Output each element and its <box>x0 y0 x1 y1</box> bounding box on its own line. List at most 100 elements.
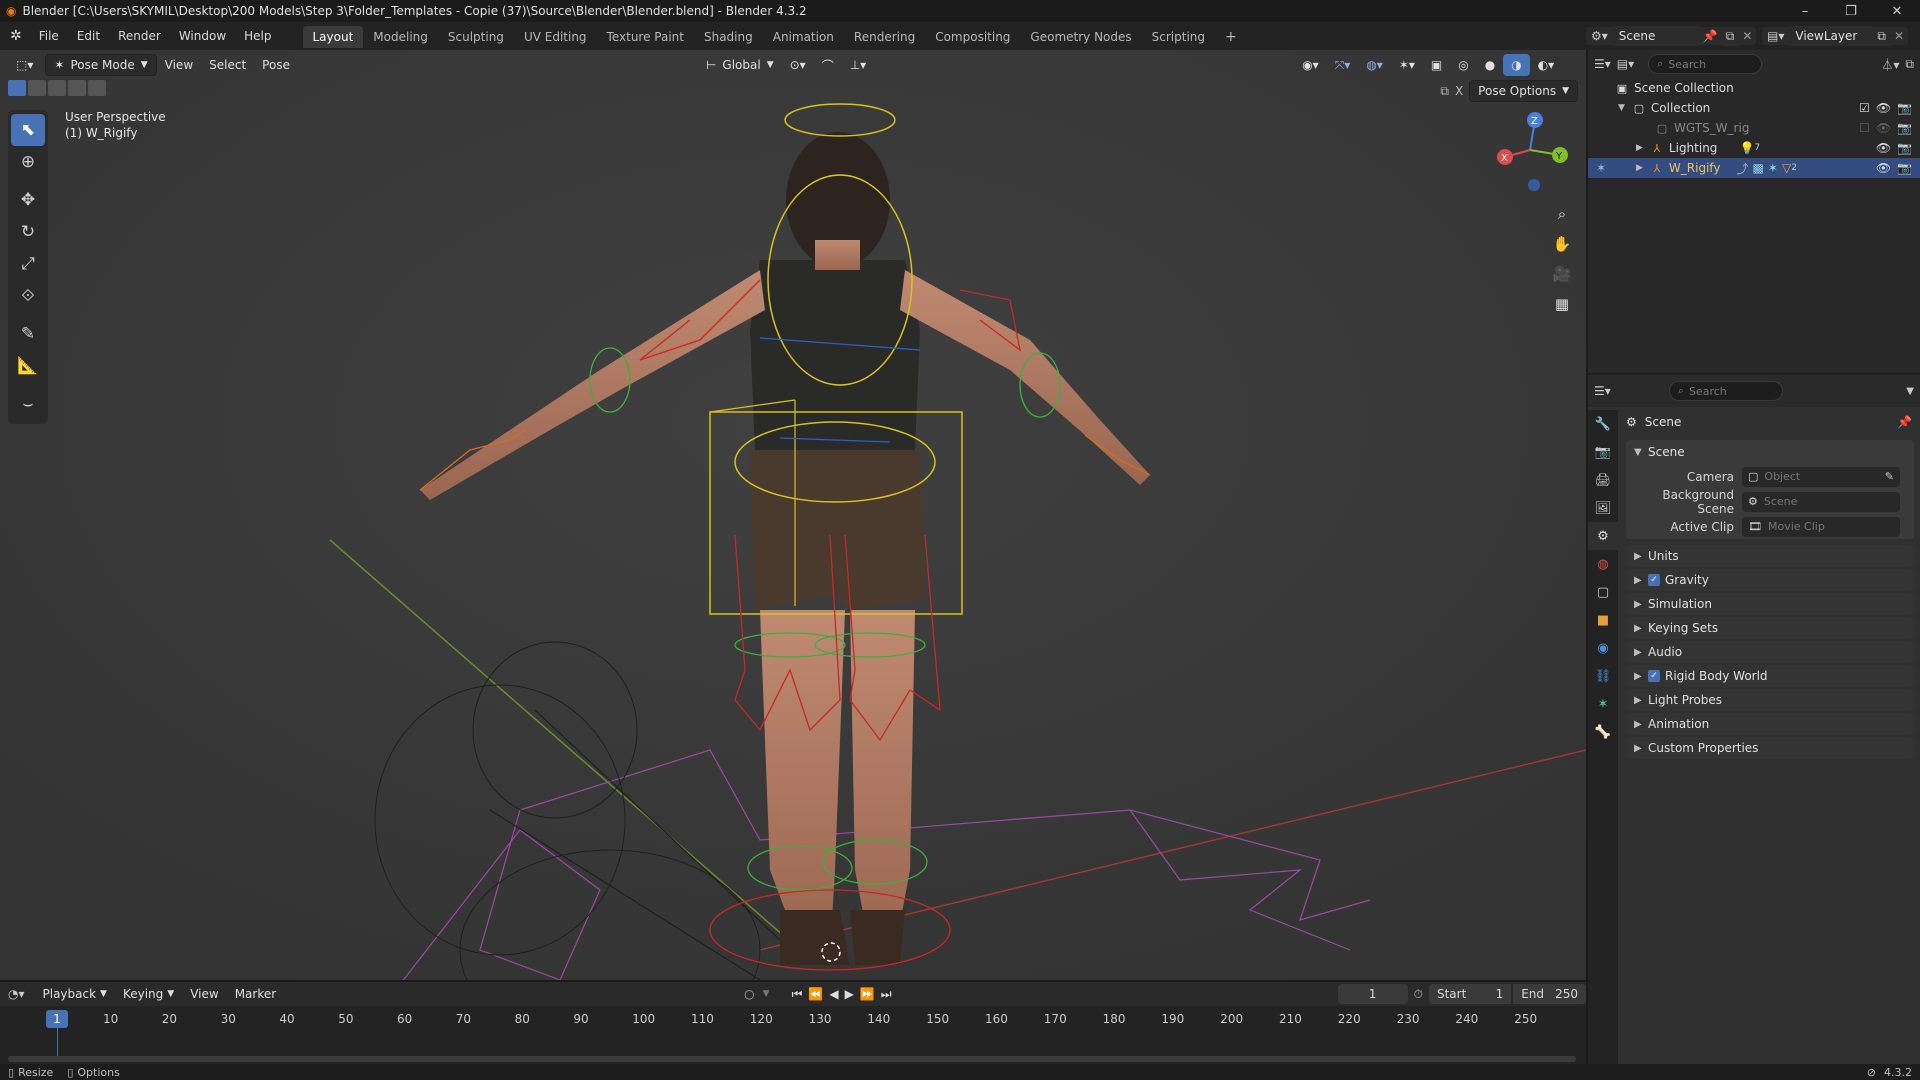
checkbox-icon[interactable]: ☑ <box>1859 101 1870 115</box>
pose-options-button[interactable]: Pose Options ▼ <box>1469 80 1578 102</box>
properties-search[interactable]: ⌕ Search <box>1668 381 1783 401</box>
outliner-row-collection[interactable]: ▼ ▢ Collection ☑ 👁 📷 <box>1588 98 1920 118</box>
delete-scene-icon[interactable]: ✕ <box>1738 27 1757 45</box>
gravity-panel[interactable]: ▶ ✓ Gravity <box>1626 569 1914 591</box>
zoom-button[interactable]: ⌕ <box>1548 200 1576 228</box>
outliner-row-scene-collection[interactable]: ▣ Scene Collection <box>1588 78 1920 98</box>
select-invert-icon[interactable] <box>68 80 86 96</box>
tab-layout[interactable]: Layout <box>302 26 364 48</box>
snap-options[interactable]: ⊥▾ <box>842 54 874 76</box>
new-collection-icon[interactable]: ⧉ <box>1905 57 1914 72</box>
scene-render[interactable] <box>0 50 1586 980</box>
camera-view-button[interactable]: 🎥 <box>1548 260 1576 288</box>
3d-viewport[interactable]: ⬚▾ ✶ Pose Mode ▼ View Select Pose ⊢ Glob… <box>0 50 1586 980</box>
rigid-body-world-panel[interactable]: ▶ ✓ Rigid Body World <box>1626 665 1914 687</box>
eye-icon[interactable]: 👁 <box>1876 141 1891 155</box>
menu-help[interactable]: Help <box>235 22 280 50</box>
delete-view-layer-icon[interactable]: ✕ <box>1889 27 1909 45</box>
scale-tool[interactable]: ⤢ <box>11 248 45 280</box>
stopwatch-icon[interactable]: ⏱ <box>1414 987 1423 1002</box>
prev-keyframe-icon[interactable]: ⏪ <box>808 987 823 1001</box>
play-icon[interactable]: ▶ <box>845 987 854 1001</box>
timeline-editor-icon[interactable]: ◔▾ <box>8 987 25 1001</box>
eyedropper-icon[interactable]: ✎ <box>1885 470 1894 483</box>
audio-panel[interactable]: ▶ Audio <box>1626 641 1914 663</box>
outliner-row-w-rigify[interactable]: ✶ ▶ ⅄ W_Rigify ⤴ ▩ ✶ ▽ 2 👁 📷 <box>1588 158 1920 178</box>
filter-icon[interactable]: ⏃▾ <box>1881 56 1899 73</box>
menu-keying[interactable]: Keying ▼ <box>115 983 182 1005</box>
shading-solid[interactable]: ● <box>1477 54 1503 76</box>
scene-name[interactable]: Scene <box>1612 26 1699 46</box>
view-layer-selector[interactable]: ▤▾ ViewLayer ⧉ ✕ <box>1762 25 1909 47</box>
tab-scripting[interactable]: Scripting <box>1142 26 1215 48</box>
chevron-down-icon[interactable]: ▼ <box>1906 386 1914 397</box>
snap-toggle[interactable]: ⌒ <box>814 54 842 76</box>
chevron-down-icon[interactable]: ▼ <box>763 989 770 999</box>
rigid-body-world-checkbox[interactable]: ✓ <box>1648 670 1660 682</box>
outliner-row-lighting[interactable]: ▶ ⅄ Lighting 💡 7 👁 📷 <box>1588 138 1920 158</box>
auto-key-button[interactable]: ○ <box>744 987 754 1001</box>
timeline-ruler[interactable]: 1 10 20 30 40 50 60 70 80 90 100 110 120 130 140 150 16… <box>0 1006 1586 1066</box>
outliner-search[interactable]: ⌕ Search <box>1648 54 1763 74</box>
ortho-toggle-button[interactable]: ▦ <box>1548 290 1576 318</box>
light-probes-panel[interactable]: ▶ Light Probes <box>1626 689 1914 711</box>
pin-icon[interactable]: 📌 <box>1897 415 1912 429</box>
eye-icon[interactable]: 👁 <box>1876 121 1891 135</box>
simulation-panel[interactable]: ▶ Simulation <box>1626 593 1914 615</box>
camera-icon[interactable]: 📷 <box>1897 141 1912 155</box>
next-keyframe-icon[interactable]: ⏩ <box>860 987 875 1001</box>
tab-uv-editing[interactable]: UV Editing <box>514 26 597 48</box>
select-subtract-icon[interactable] <box>48 80 66 96</box>
move-tool[interactable]: ✥ <box>11 184 45 216</box>
transform-orientation-selector[interactable]: ⊢ Global ▼ <box>698 54 782 76</box>
outliner-editor-icon[interactable]: ☰▾ <box>1594 57 1611 71</box>
tab-texture-paint[interactable]: Texture Paint <box>597 26 694 48</box>
bone-overlay-toggle[interactable]: ✶▾ <box>1391 54 1423 76</box>
scene-panel-header[interactable]: ▼ Scene <box>1626 440 1914 464</box>
timeline-scrollbar[interactable] <box>8 1056 1576 1062</box>
animation-panel[interactable]: ▶ Animation <box>1626 713 1914 735</box>
keying-sets-panel[interactable]: ▶ Keying Sets <box>1626 617 1914 639</box>
menu-select[interactable]: Select <box>201 54 254 76</box>
pan-button[interactable]: ✋ <box>1548 230 1576 258</box>
gizmo-neg-z[interactable] <box>1528 179 1540 191</box>
eye-icon[interactable]: 👁 <box>1876 161 1891 175</box>
start-frame-field[interactable]: Start 1 <box>1428 984 1512 1004</box>
camera-icon[interactable]: 📷 <box>1897 121 1912 135</box>
cursor-tool[interactable]: ⊕ <box>11 146 45 178</box>
scene-selector[interactable]: ⚙▾ Scene 📌 ⧉ ✕ <box>1586 25 1757 47</box>
menu-render[interactable]: Render <box>109 22 170 50</box>
current-frame-field[interactable]: 1 <box>1337 984 1408 1004</box>
background-scene-field[interactable]: ⚙ Scene <box>1742 491 1900 512</box>
eye-icon[interactable]: 👁 <box>1876 101 1891 115</box>
overlay-toggle[interactable]: ◍▾ <box>1358 54 1391 76</box>
camera-field[interactable]: ▢ Object ✎ <box>1742 466 1900 487</box>
blender-menu-icon[interactable]: ✲ <box>0 28 30 44</box>
play-reverse-icon[interactable]: ◀ <box>829 987 838 1001</box>
menu-window[interactable]: Window <box>170 22 235 50</box>
gizmo-toggle[interactable]: ⤧▾ <box>1327 54 1359 76</box>
mode-selector[interactable]: ✶ Pose Mode ▼ <box>45 54 157 76</box>
add-workspace-button[interactable]: + <box>1215 26 1247 48</box>
menu-view[interactable]: View <box>157 54 201 76</box>
menu-edit[interactable]: Edit <box>68 22 109 50</box>
jump-start-icon[interactable]: ⏮ <box>792 987 803 1002</box>
view-layer-name[interactable]: ViewLayer <box>1789 26 1874 46</box>
properties-editor-icon[interactable]: ☰▾ <box>1594 384 1611 398</box>
tab-compositing[interactable]: Compositing <box>925 26 1020 48</box>
close-button[interactable]: ✕ <box>1874 0 1920 22</box>
camera-icon[interactable]: 📷 <box>1897 161 1912 175</box>
navigation-gizmo[interactable]: Z Y X <box>1490 105 1570 195</box>
menu-pose[interactable]: Pose <box>254 54 298 76</box>
active-clip-field[interactable]: 🎞 Movie Clip <box>1742 516 1900 537</box>
menu-file[interactable]: File <box>30 22 68 50</box>
shading-wireframe[interactable]: ◎ <box>1450 54 1476 76</box>
select-extend-icon[interactable] <box>28 80 46 96</box>
breakdowner-tool[interactable]: ⌣ <box>11 388 45 420</box>
tab-animation[interactable]: Animation <box>763 26 844 48</box>
units-panel[interactable]: ▶ Units <box>1626 545 1914 567</box>
xray-toggle[interactable]: ▣ <box>1423 54 1450 76</box>
annotate-tool[interactable]: ✎ <box>11 318 45 350</box>
checkbox-icon[interactable]: ☐ <box>1859 121 1870 135</box>
camera-icon[interactable]: 📷 <box>1897 101 1912 115</box>
